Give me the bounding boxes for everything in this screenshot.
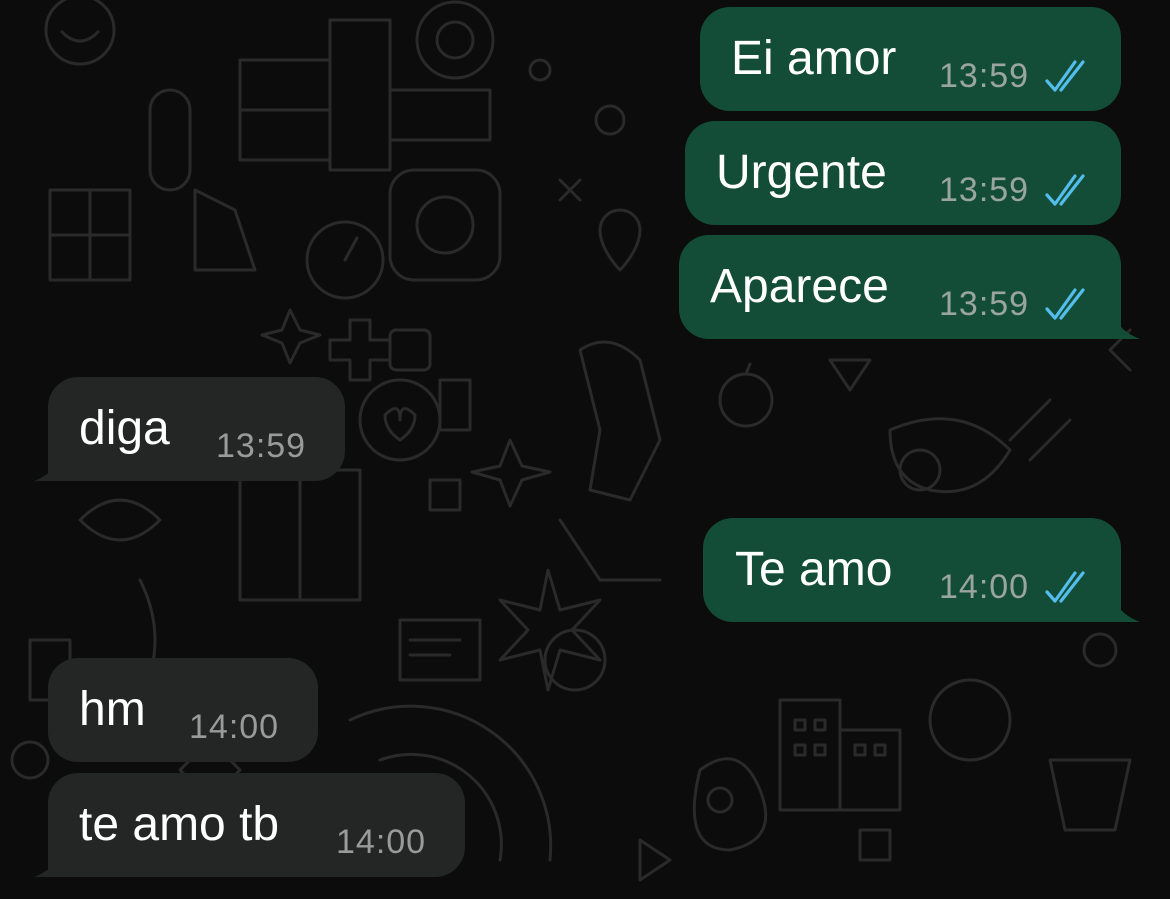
- message-bubble-outgoing[interactable]: Te amo 14:00: [703, 518, 1121, 622]
- message-text: Urgente: [716, 146, 887, 199]
- message-bubble-outgoing[interactable]: Aparece 13:59: [679, 235, 1121, 339]
- chat-view[interactable]: Ei amor 13:59 Urgente 13:59 Aparece 13:5…: [0, 0, 1170, 899]
- message-text: diga: [79, 402, 170, 455]
- message-bubble-incoming[interactable]: hm 14:00: [48, 658, 318, 762]
- bubble-tail: [34, 841, 64, 877]
- bubble-tail: [1110, 586, 1140, 622]
- message-text: Ei amor: [731, 32, 897, 85]
- message-text: te amo tb: [79, 798, 280, 851]
- message-timestamp: 13:59: [939, 285, 1030, 323]
- message-timestamp: 13:59: [939, 171, 1030, 209]
- message-text: hm: [79, 683, 146, 736]
- bubble-tail: [1110, 303, 1140, 339]
- message-bubble-outgoing[interactable]: Ei amor 13:59: [700, 7, 1121, 111]
- double-check-icon: [1045, 174, 1085, 206]
- double-check-icon: [1045, 288, 1085, 320]
- message-text: Aparece: [710, 260, 889, 313]
- message-bubble-outgoing[interactable]: Urgente 13:59: [685, 121, 1121, 225]
- double-check-icon: [1045, 571, 1085, 603]
- message-timestamp: 13:59: [939, 57, 1030, 95]
- message-timestamp: 14:00: [189, 708, 280, 746]
- message-text: Te amo: [735, 543, 893, 596]
- message-timestamp: 14:00: [939, 568, 1030, 606]
- message-bubble-incoming[interactable]: te amo tb 14:00: [48, 773, 465, 877]
- message-bubble-incoming[interactable]: diga 13:59: [48, 377, 345, 481]
- message-timestamp: 13:59: [216, 427, 307, 465]
- double-check-icon: [1045, 60, 1085, 92]
- bubble-tail: [34, 445, 64, 481]
- message-timestamp: 14:00: [336, 823, 427, 861]
